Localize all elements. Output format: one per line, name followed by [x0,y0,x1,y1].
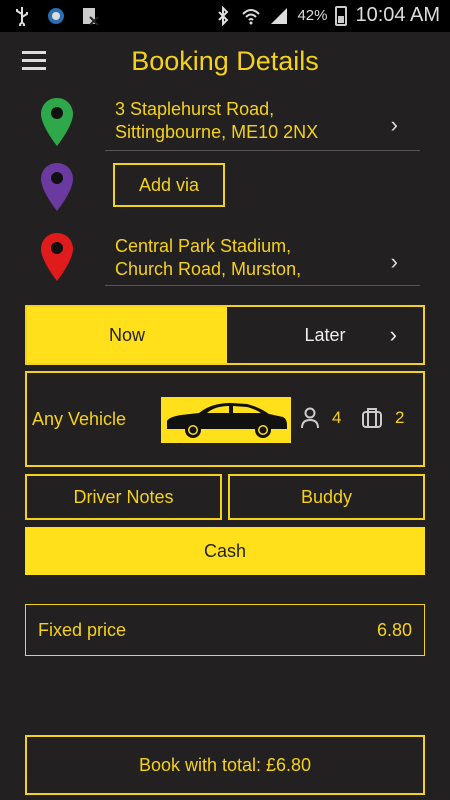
later-option[interactable]: Later › [227,307,423,363]
passenger-count: 4 [332,408,342,427]
pickup-address-field[interactable]: 3 Staplehurst Road, Sittingbourne, ME10 … [105,98,420,151]
passenger-capacity: 4 [300,407,341,429]
app-bar: Booking Details [0,32,450,92]
buddy-button[interactable]: Buddy [228,474,425,520]
price-label: Fixed price [38,620,127,640]
price-value: 6.80 [376,620,412,640]
pickup-pin-icon [41,98,73,146]
battery-percentage: 42% [297,7,328,24]
car-image [161,397,291,443]
dropoff-address-text: Central Park Stadium, Church Road, Murst… [115,236,302,279]
chevron-right-icon: › [390,112,398,137]
car-icon [167,403,287,438]
driver-notes-button[interactable]: Driver Notes [25,474,222,520]
later-label: Later [304,325,346,345]
dropoff-address-field[interactable]: Central Park Stadium, Church Road, Murst… [105,235,420,286]
usb-icon [16,7,28,26]
price-summary: Fixed price 6.80 [25,604,425,656]
luggage-icon [362,408,382,428]
pickup-address-text: 3 Staplehurst Road, Sittingbourne, ME10 … [115,99,319,142]
luggage-count: 2 [395,408,405,427]
app-icon [48,8,64,24]
signal-icon [271,7,288,24]
clock: 10:04 AM [355,4,440,26]
bluetooth-icon [218,5,229,26]
time-toggle: Now Later › [25,305,425,365]
chevron-right-icon: › [389,322,397,347]
book-button[interactable]: Book with total: £6.80 [25,735,425,795]
wifi-icon [242,8,261,24]
payment-method-button[interactable]: Cash [25,527,425,575]
now-option[interactable]: Now [27,307,227,363]
page-title: Booking Details [131,46,319,76]
add-via-button[interactable]: Add via [113,163,225,207]
luggage-capacity: 2 [361,407,404,429]
battery-icon [335,5,348,26]
chevron-right-icon: › [390,249,398,274]
status-bar: 42% 10:04 AM [0,0,450,32]
vehicle-selector[interactable]: Any Vehicle 4 2 [25,371,425,467]
vehicle-label: Any Vehicle [32,409,127,429]
dropoff-pin-icon [41,233,73,281]
person-icon [301,407,319,429]
via-pin-icon [41,163,73,211]
blocked-app-icon [83,8,99,26]
